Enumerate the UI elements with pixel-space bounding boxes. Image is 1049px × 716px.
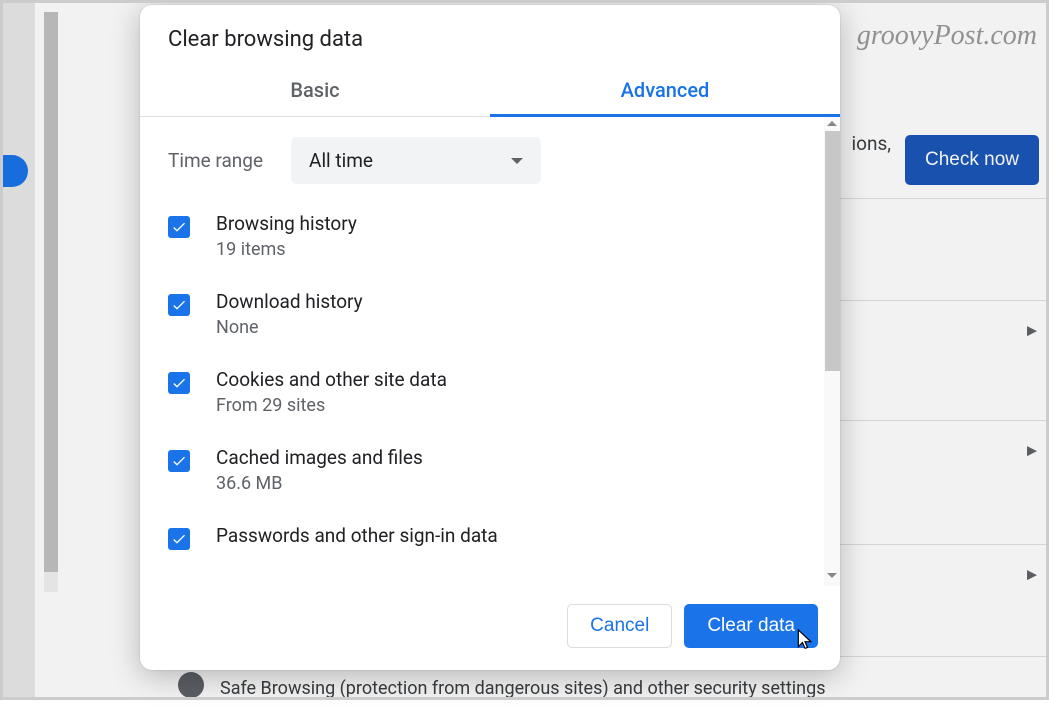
- time-range-value: All time: [309, 149, 373, 172]
- scroll-area: Time range All time Browsing history 19 …: [140, 117, 824, 586]
- option-title: Cached images and files: [216, 446, 796, 469]
- option-title: Download history: [216, 290, 796, 313]
- tab-basic[interactable]: Basic: [140, 64, 490, 116]
- tab-row: Basic Advanced: [140, 64, 840, 117]
- option-browsing-history[interactable]: Browsing history 19 items: [168, 212, 796, 260]
- checkbox[interactable]: [168, 450, 190, 472]
- option-title: Passwords and other sign-in data: [216, 524, 796, 547]
- mouse-cursor-icon: [795, 628, 815, 652]
- option-sub: 19 items: [216, 239, 796, 260]
- scroll-down-icon[interactable]: [827, 573, 837, 578]
- check-icon: [171, 453, 187, 469]
- time-range-select[interactable]: All time: [291, 137, 541, 184]
- chevron-down-icon: [511, 158, 523, 164]
- option-passwords[interactable]: Passwords and other sign-in data: [168, 524, 796, 551]
- dialog-body: Time range All time Browsing history 19 …: [140, 117, 840, 586]
- check-icon: [171, 219, 187, 235]
- option-cookies[interactable]: Cookies and other site data From 29 site…: [168, 368, 796, 416]
- checkbox[interactable]: [168, 216, 190, 238]
- checkbox[interactable]: [168, 294, 190, 316]
- checkbox[interactable]: [168, 528, 190, 550]
- option-title: Browsing history: [216, 212, 796, 235]
- option-title: Cookies and other site data: [216, 368, 796, 391]
- cancel-button[interactable]: Cancel: [567, 604, 672, 648]
- scrollbar-thumb[interactable]: [825, 131, 840, 371]
- dialog-scrollbar[interactable]: [824, 117, 840, 586]
- option-sub: From 29 sites: [216, 395, 796, 416]
- clear-browsing-data-dialog: Clear browsing data Basic Advanced Time …: [140, 5, 840, 670]
- option-cache[interactable]: Cached images and files 36.6 MB: [168, 446, 796, 494]
- clear-data-button[interactable]: Clear data: [684, 604, 818, 648]
- time-range-label: Time range: [168, 149, 263, 172]
- scroll-up-icon[interactable]: [827, 121, 837, 126]
- option-sub: 36.6 MB: [216, 473, 796, 494]
- option-download-history[interactable]: Download history None: [168, 290, 796, 338]
- dialog-title: Clear browsing data: [140, 5, 840, 64]
- time-range-row: Time range All time: [168, 137, 796, 184]
- check-icon: [171, 297, 187, 313]
- checkbox[interactable]: [168, 372, 190, 394]
- option-sub: None: [216, 317, 796, 338]
- clear-data-label: Clear data: [707, 615, 795, 636]
- check-icon: [171, 375, 187, 391]
- dialog-footer: Cancel Clear data: [140, 586, 840, 670]
- tab-advanced[interactable]: Advanced: [490, 64, 840, 116]
- check-icon: [171, 531, 187, 547]
